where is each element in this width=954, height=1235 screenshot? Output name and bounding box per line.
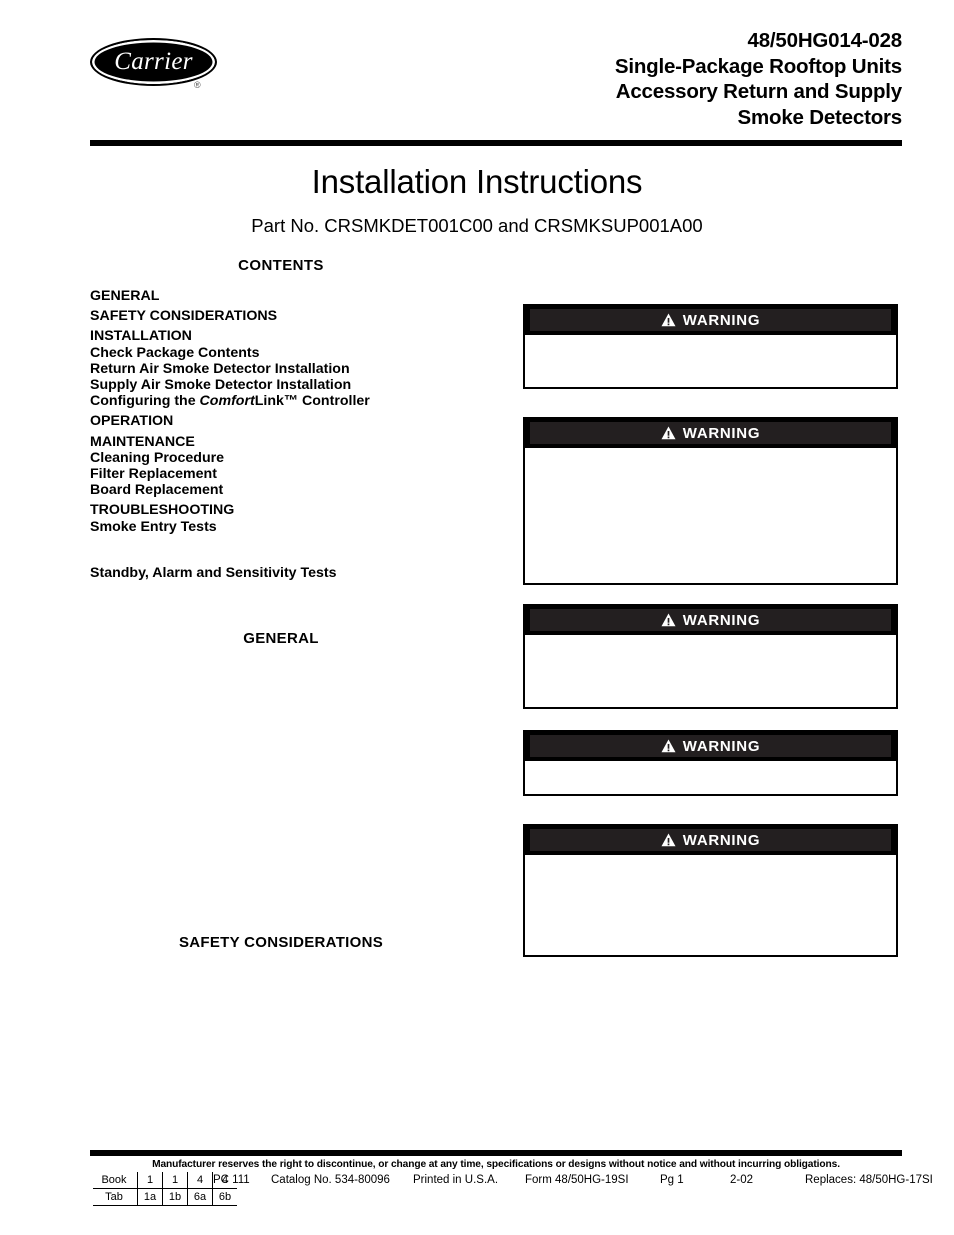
warning-triangle-icon: [661, 833, 676, 847]
booktab-label-book: Book: [93, 1172, 138, 1189]
footer-date: 2-02: [730, 1174, 754, 1186]
booktab-tab-4: 6b: [212, 1188, 237, 1206]
warning-triangle-icon: [661, 313, 676, 327]
toc-item-cleaning-procedure[interactable]: Cleaning Procedure: [90, 450, 472, 466]
footer-page-number: Pg 1: [660, 1174, 684, 1186]
footer-replaces: Replaces: 48/50HG-17SI: [805, 1174, 933, 1186]
footer-disclaimer: Manufacturer reserves the right to disco…: [152, 1159, 840, 1170]
footer-metadata-row: PC 111 Catalog No. 534-80096 Printed in …: [205, 1172, 933, 1188]
warning-header-bar: WARNING: [525, 419, 896, 448]
footer-form-no: Form 48/50HG-19SI: [525, 1174, 629, 1186]
header-divider-rule: [90, 140, 902, 146]
contents-column: CONTENTS GENERAL SAFETY CONSIDERATIONS I…: [90, 256, 472, 581]
booktab-tab-3: 6a: [187, 1188, 213, 1206]
warning-box: WARNING: [523, 417, 898, 585]
warning-header-bar: WARNING: [525, 732, 896, 761]
page-title: Installation Instructions: [311, 163, 643, 200]
part-number-subtitle: Part No. CRSMKDET001C00 and CRSMKSUP001A…: [251, 215, 703, 236]
section-heading-safety-considerations: SAFETY CONSIDERATIONS: [178, 934, 384, 951]
table-of-contents: GENERAL SAFETY CONSIDERATIONS INSTALLATI…: [90, 284, 472, 581]
toc-item-safety-considerations[interactable]: SAFETY CONSIDERATIONS: [90, 304, 472, 324]
footer-divider-rule: [90, 1150, 902, 1156]
toc-item-return-air-installation[interactable]: Return Air Smoke Detector Installation: [90, 361, 472, 377]
contents-heading: CONTENTS: [238, 257, 324, 274]
warning-label: WARNING: [682, 611, 761, 629]
toc-comfortlink-suffix: Link™ Controller: [254, 393, 370, 410]
logo-wordmark: Carrier: [114, 48, 193, 75]
footer-printed-in: Printed in U.S.A.: [413, 1174, 499, 1186]
booktab-book-2: 1: [162, 1172, 188, 1189]
masthead-title-model: 48/50HG014-028: [747, 29, 903, 52]
booktab-book-1: 1: [137, 1172, 163, 1189]
toc-comfortlink-prefix: Configuring the: [90, 393, 200, 410]
toc-item-installation[interactable]: INSTALLATION: [90, 324, 472, 344]
warning-body: [525, 761, 896, 794]
warning-label: WARNING: [682, 311, 761, 329]
masthead: Carrier ® 48/50HG014-028 Single-Package …: [90, 28, 902, 132]
toc-item-smoke-entry-tests[interactable]: Smoke Entry Tests: [90, 519, 472, 535]
registered-trademark-icon: ®: [194, 80, 201, 90]
toc-item-supply-air-installation[interactable]: Supply Air Smoke Detector Installation: [90, 377, 472, 393]
toc-comfortlink-italic: Comfort: [199, 393, 255, 410]
masthead-title-detectors: Smoke Detectors: [737, 105, 903, 129]
warning-body: [525, 335, 896, 387]
warning-box: WARNING: [523, 304, 898, 389]
toc-item-troubleshooting[interactable]: TROUBLESHOOTING: [90, 498, 472, 518]
table-row: Tab 1a 1b 6a 6b: [93, 1188, 237, 1206]
warning-label: WARNING: [682, 424, 761, 442]
toc-item-standby-alarm-sensitivity[interactable]: Standby, Alarm and Sensitivity Tests: [90, 565, 472, 581]
warning-header-bar: WARNING: [525, 826, 896, 855]
warning-box: WARNING: [523, 824, 898, 957]
masthead-title-accessory: Accessory Return and Supply: [615, 80, 902, 103]
toc-item-board-replacement[interactable]: Board Replacement: [90, 482, 472, 498]
toc-item-configuring-comfortlink[interactable]: Configuring the ComfortLink™ Controller: [90, 393, 472, 409]
warning-box: WARNING: [523, 730, 898, 796]
toc-item-filter-replacement[interactable]: Filter Replacement: [90, 466, 472, 482]
warning-label: WARNING: [682, 737, 761, 755]
warning-body: [525, 448, 896, 583]
carrier-logo: Carrier ®: [90, 38, 217, 90]
toc-item-maintenance[interactable]: MAINTENANCE: [90, 430, 472, 450]
warning-body: [525, 635, 896, 707]
masthead-title-product: Single-Package Rooftop Units: [614, 54, 902, 78]
booktab-tab-1: 1a: [137, 1188, 163, 1206]
warning-label: WARNING: [682, 831, 761, 849]
warning-triangle-icon: [661, 739, 676, 753]
warning-header-bar: WARNING: [525, 306, 896, 335]
warning-box: WARNING: [523, 604, 898, 709]
warning-header-bar: WARNING: [525, 606, 896, 635]
booktab-label-tab: Tab: [93, 1188, 138, 1206]
footer-catalog-no: Catalog No. 534-80096: [271, 1174, 390, 1186]
toc-spacer: [90, 535, 472, 565]
document-page: Carrier ® 48/50HG014-028 Single-Package …: [0, 0, 954, 1235]
warning-triangle-icon: [661, 613, 676, 627]
toc-item-check-package-contents[interactable]: Check Package Contents: [90, 345, 472, 361]
booktab-tab-2: 1b: [162, 1188, 188, 1206]
masthead-titles: 48/50HG014-028 Single-Package Rooftop Un…: [615, 28, 902, 130]
section-heading-general: GENERAL: [243, 630, 319, 647]
footer-pc-code: PC 111: [213, 1174, 250, 1186]
toc-item-general[interactable]: GENERAL: [90, 284, 472, 304]
warning-triangle-icon: [661, 426, 676, 440]
warning-body: [525, 855, 896, 955]
toc-item-operation[interactable]: OPERATION: [90, 409, 472, 429]
